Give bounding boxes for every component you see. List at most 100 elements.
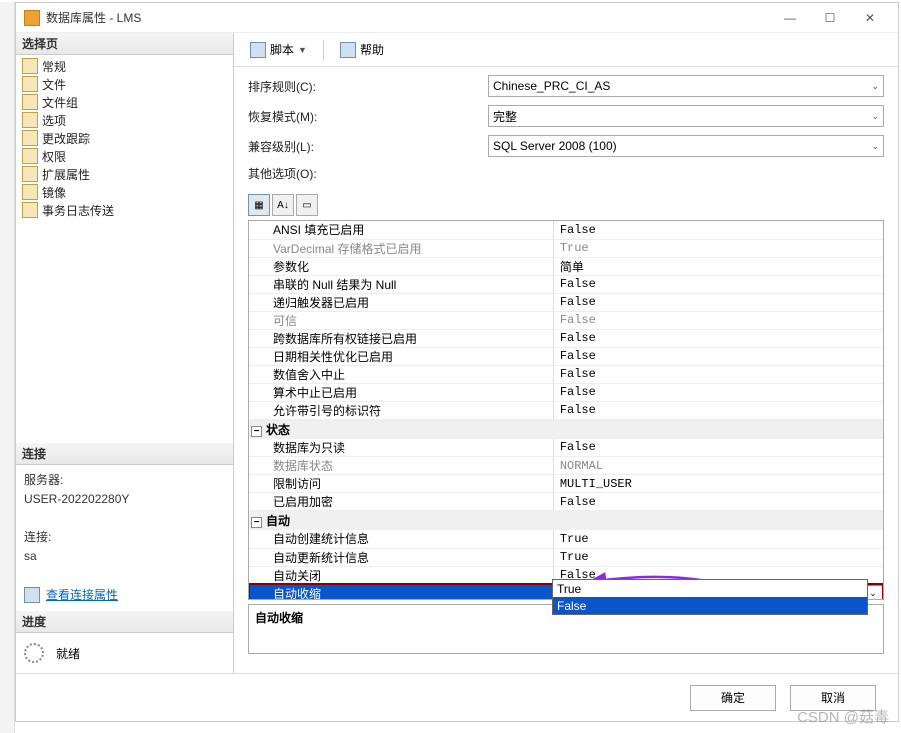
property-row[interactable]: 数据库为只读False <box>249 439 883 457</box>
progress-body: 就绪 <box>16 633 233 673</box>
recovery-combo[interactable]: 完整 ⌄ <box>488 105 884 127</box>
cancel-button[interactable]: 取消 <box>790 685 876 711</box>
nav-item-2[interactable]: 文件组 <box>16 93 233 111</box>
dropdown-option[interactable]: False <box>553 597 867 614</box>
nav-item-6[interactable]: 扩展属性 <box>16 165 233 183</box>
progress-spinner-icon <box>24 643 44 663</box>
nav-label: 镜像 <box>42 184 66 201</box>
property-value: False <box>553 383 883 401</box>
chevron-down-icon: ▼ <box>298 45 307 55</box>
property-row[interactable]: 自动创建统计信息True <box>249 530 883 548</box>
toolbar: 脚本 ▼ 帮助 <box>234 33 898 67</box>
property-name: 自动收缩 <box>249 584 553 600</box>
property-row[interactable]: 数据库状态NORMAL <box>249 457 883 475</box>
compat-combo[interactable]: SQL Server 2008 (100) ⌄ <box>488 135 884 157</box>
property-row[interactable]: 日期相关性优化已启用False <box>249 347 883 365</box>
nav-label: 权限 <box>42 148 66 165</box>
nav-label: 文件组 <box>42 94 78 111</box>
maximize-button[interactable]: ☐ <box>810 4 850 32</box>
property-row[interactable]: 算术中止已启用False <box>249 383 883 401</box>
property-row[interactable]: 可信False <box>249 311 883 329</box>
nav-item-0[interactable]: 常规 <box>16 57 233 75</box>
help-icon <box>340 42 356 58</box>
property-name: 数值舍入中止 <box>249 365 553 383</box>
recovery-value: 完整 <box>493 108 517 125</box>
property-row[interactable]: 自动更新统计信息True <box>249 548 883 566</box>
connection-icon <box>24 587 40 603</box>
script-icon <box>250 42 266 58</box>
property-value: False <box>553 439 883 457</box>
compat-value: SQL Server 2008 (100) <box>493 139 617 153</box>
collation-value: Chinese_PRC_CI_AS <box>493 79 610 93</box>
dropdown-option[interactable]: True <box>553 580 867 597</box>
property-value: False <box>553 221 883 239</box>
category-row[interactable]: −自动 <box>249 511 883 531</box>
property-name: 跨数据库所有权链接已启用 <box>249 329 553 347</box>
property-row[interactable]: 串联的 Null 结果为 NullFalse <box>249 275 883 293</box>
connection-body: 服务器: USER-202202280Y 连接: sa 查看连接属性 <box>16 465 233 611</box>
chevron-down-icon: ⌄ <box>871 111 879 122</box>
nav-item-3[interactable]: 选项 <box>16 111 233 129</box>
collation-label: 排序规则(C): <box>248 78 488 95</box>
titlebar[interactable]: 数据库属性 - LMS — ☐ ✕ <box>16 3 898 33</box>
nav-item-1[interactable]: 文件 <box>16 75 233 93</box>
auto-shrink-dropdown[interactable]: TrueFalse <box>552 579 868 615</box>
collapse-icon[interactable]: − <box>251 426 262 437</box>
property-name: 日期相关性优化已启用 <box>249 347 553 365</box>
conn-label: 连接: <box>24 528 225 547</box>
ok-button[interactable]: 确定 <box>690 685 776 711</box>
property-row[interactable]: 已启用加密False <box>249 493 883 511</box>
help-button[interactable]: 帮助 <box>334 38 390 61</box>
property-row[interactable]: ANSI 填充已启用False <box>249 221 883 239</box>
nav-list: 常规文件文件组选项更改跟踪权限扩展属性镜像事务日志传送 <box>16 55 233 221</box>
property-name: 串联的 Null 结果为 Null <box>249 275 553 293</box>
property-row[interactable]: VarDecimal 存储格式已启用True <box>249 239 883 257</box>
nav-item-7[interactable]: 镜像 <box>16 183 233 201</box>
property-row[interactable]: 数值舍入中止False <box>249 365 883 383</box>
script-button[interactable]: 脚本 ▼ <box>244 38 313 61</box>
connection-header: 连接 <box>16 443 233 465</box>
collation-combo[interactable]: Chinese_PRC_CI_AS ⌄ <box>488 75 884 97</box>
property-row[interactable]: 参数化简单 <box>249 257 883 275</box>
alphabetical-button[interactable]: A↓ <box>272 194 294 216</box>
nav-item-4[interactable]: 更改跟踪 <box>16 129 233 147</box>
property-value: False <box>553 365 883 383</box>
property-name: 算术中止已启用 <box>249 383 553 401</box>
script-label: 脚本 <box>270 41 294 58</box>
property-row[interactable]: 允许带引号的标识符False <box>249 401 883 419</box>
property-name: 递归触发器已启用 <box>249 293 553 311</box>
nav-label: 扩展属性 <box>42 166 90 183</box>
property-row[interactable]: 限制访问MULTI_USER <box>249 475 883 493</box>
nav-label: 文件 <box>42 76 66 93</box>
nav-item-8[interactable]: 事务日志传送 <box>16 201 233 219</box>
form-area: 排序规则(C): Chinese_PRC_CI_AS ⌄ 恢复模式(M): 完整… <box>234 67 898 194</box>
nav-item-5[interactable]: 权限 <box>16 147 233 165</box>
page-icon <box>22 166 38 182</box>
category-row[interactable]: −状态 <box>249 419 883 439</box>
property-row[interactable]: 跨数据库所有权链接已启用False <box>249 329 883 347</box>
page-icon <box>22 94 38 110</box>
server-value: USER-202202280Y <box>24 490 225 509</box>
app-icon <box>24 10 40 26</box>
property-value: 简单 <box>553 257 883 275</box>
window-title: 数据库属性 - LMS <box>46 9 770 26</box>
property-value: NORMAL <box>553 457 883 475</box>
toolbar-sep <box>323 40 324 60</box>
property-name: 自动创建统计信息 <box>249 530 553 548</box>
collapse-icon[interactable]: − <box>251 517 262 528</box>
view-connection-link[interactable]: 查看连接属性 <box>46 586 118 605</box>
property-grid[interactable]: ANSI 填充已启用FalseVarDecimal 存储格式已启用True参数化… <box>248 220 884 600</box>
grid-extra-button[interactable]: ▭ <box>296 194 318 216</box>
server-label: 服务器: <box>24 471 225 490</box>
property-value: False <box>553 493 883 511</box>
progress-status: 就绪 <box>56 645 80 662</box>
compat-label: 兼容级别(L): <box>248 138 488 155</box>
property-row[interactable]: 递归触发器已启用False <box>249 293 883 311</box>
grid-toolbar: ▦ A↓ ▭ <box>234 194 898 220</box>
help-label: 帮助 <box>360 41 384 58</box>
categorized-button[interactable]: ▦ <box>248 194 270 216</box>
close-button[interactable]: ✕ <box>850 4 890 32</box>
left-pane: 选择页 常规文件文件组选项更改跟踪权限扩展属性镜像事务日志传送 连接 服务器: … <box>16 33 234 673</box>
property-value: False <box>553 347 883 365</box>
minimize-button[interactable]: — <box>770 4 810 32</box>
